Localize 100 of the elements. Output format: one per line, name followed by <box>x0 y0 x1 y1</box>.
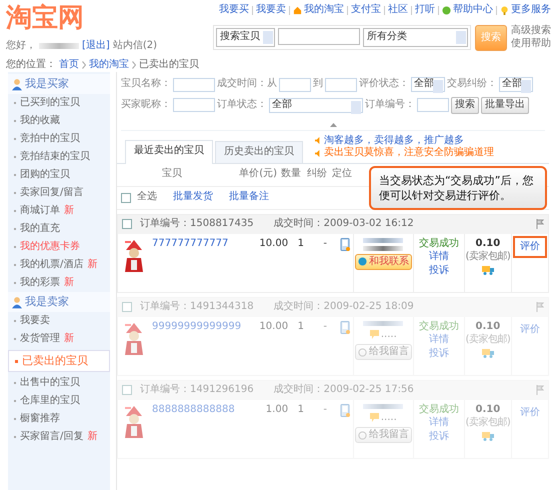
bulk-action-link[interactable]: 批量发货 <box>173 191 213 204</box>
top-nav-link[interactable]: 我要卖 <box>256 4 286 16</box>
breadcrumb-link[interactable]: 我的淘宝 <box>89 58 129 71</box>
details-link[interactable]: 详情 <box>429 251 450 264</box>
item-title-link[interactable]: 777777777777 <box>152 238 228 250</box>
column-header: 单价(元) <box>238 168 277 181</box>
filter-label: 订单编号： <box>365 99 415 112</box>
new-label: 新 <box>64 204 74 218</box>
filter-label: 成交时间：从 <box>217 78 277 91</box>
collapse-icon[interactable] <box>330 122 336 126</box>
filter-label: 宝贝名称： <box>121 78 171 91</box>
top-nav-link[interactable]: 我要买 <box>219 4 249 16</box>
messages-link[interactable]: 站内信(2) <box>112 40 157 52</box>
buyer-field[interactable] <box>173 98 215 112</box>
search-field[interactable] <box>278 28 360 45</box>
tab[interactable]: 最近卖出的宝贝 <box>125 140 213 164</box>
order-status-select[interactable]: 全部 <box>269 98 363 113</box>
unit-price: 1.00 <box>264 402 288 416</box>
sidebar-label: 买家留言/回复 <box>20 430 84 444</box>
deal-time: 成交时间：2009-02-25 18:09 <box>274 300 414 314</box>
item-name-field[interactable] <box>173 78 215 92</box>
rating-select[interactable]: 全部 <box>411 77 445 92</box>
date-from-field[interactable] <box>279 78 311 92</box>
top-nav-link[interactable]: 更多服务 <box>511 4 551 16</box>
phone-icon[interactable] <box>340 238 350 250</box>
flag-icon[interactable] <box>536 385 544 395</box>
new-label: 新 <box>87 258 98 272</box>
sidebar-item[interactable]: 买家留言/回复 新 <box>8 428 110 446</box>
house-icon <box>293 6 302 15</box>
logout-link[interactable]: [退出] <box>82 40 110 52</box>
notice-link[interactable]: 淘客越多，卖得越多，推广越多 <box>324 134 464 147</box>
truck-icon <box>482 348 494 358</box>
contact-me-button[interactable]: 和我联系 <box>354 254 412 270</box>
order-number: 订单编号：1491344318 <box>140 300 254 314</box>
rate-link[interactable]: 评价 <box>512 236 547 258</box>
checkbox[interactable] <box>122 385 132 395</box>
filter-label: 订单状态： <box>217 99 267 112</box>
flag-icon[interactable] <box>536 219 544 229</box>
sidebar-item[interactable]: 已买到的宝贝 <box>8 94 110 112</box>
message-note: ..... <box>380 328 397 341</box>
tab[interactable]: 历史卖出的宝贝 <box>215 141 303 162</box>
select-all-label: 全选 <box>137 191 157 204</box>
sidebar-item[interactable]: 我的机票/酒店 新 <box>8 256 110 274</box>
breadcrumb-link[interactable]: 首页 <box>59 58 79 71</box>
speech-bubble-icon <box>370 330 379 340</box>
column-header: 纠纷 <box>306 168 328 181</box>
filter-label: 到 <box>313 78 323 91</box>
sidebar-label: 出售中的宝贝 <box>20 376 80 390</box>
sidebar-item[interactable]: 出售中的宝贝 <box>8 374 110 392</box>
top-nav-link[interactable]: 我的淘宝 <box>304 4 344 16</box>
checkbox[interactable] <box>121 192 131 202</box>
blurred-buyer-name <box>363 320 404 326</box>
sidebar-item[interactable]: 团购的宝贝 <box>8 166 110 184</box>
top-nav-link[interactable]: 打听 <box>415 4 435 16</box>
flag-icon[interactable] <box>536 302 544 312</box>
phone-icon[interactable] <box>340 404 350 416</box>
sidebar-item[interactable]: 我的优惠卡券 <box>8 238 110 256</box>
export-button[interactable]: 批量导出 <box>481 97 529 114</box>
top-nav-link[interactable]: 社区 <box>388 4 408 16</box>
sidebar-label: 我的机票/酒店 <box>20 258 84 272</box>
date-to-field[interactable] <box>325 78 357 92</box>
dispute-select[interactable]: 全部 <box>499 77 533 92</box>
sidebar-item[interactable]: 卖家回复/留言 <box>8 184 110 202</box>
dispute-value: - <box>322 402 328 416</box>
circle-icon <box>358 348 367 356</box>
category-select[interactable]: 所有分类 <box>363 28 468 47</box>
sidebar-label: 发货管理 <box>20 332 60 346</box>
filter-label: 交易纠纷： <box>447 78 497 91</box>
sidebar-item[interactable]: 发货管理 新 <box>8 330 110 348</box>
checkbox[interactable] <box>122 302 132 312</box>
blurred-buyer-name <box>363 246 404 250</box>
sidebar-label: 我的彩票 <box>20 276 60 290</box>
complaint-link[interactable]: 投诉 <box>429 264 450 277</box>
top-nav-link[interactable]: 帮助中心 <box>453 4 493 16</box>
notice-link[interactable]: 卖出宝贝莫惊喜，注意安全防骗骗道理 <box>324 147 494 160</box>
sidebar-item[interactable]: 我要卖 <box>8 312 110 330</box>
shipping-fee: 0.10 <box>476 404 500 416</box>
sidebar-item[interactable]: 竞拍中的宝贝 <box>8 130 110 148</box>
phone-icon[interactable] <box>340 320 350 334</box>
sidebar-item[interactable]: 商城订单 新 <box>8 202 110 220</box>
sidebar-item[interactable]: 我的收藏 <box>8 112 110 130</box>
order-number-field[interactable] <box>417 98 449 112</box>
sidebar-item[interactable]: 我的直充 <box>8 220 110 238</box>
bullet-icon <box>15 360 18 362</box>
sidebar-item[interactable]: 我的彩票 新 <box>8 274 110 292</box>
blurred-buyer-name <box>363 238 404 242</box>
sidebar-label: 竞拍中的宝贝 <box>20 132 80 146</box>
sidebar-item[interactable]: 橱窗推荐 <box>8 410 110 428</box>
help-link[interactable]: 使用帮助 <box>511 38 551 50</box>
advanced-search-link[interactable]: 高级搜索 <box>511 25 551 38</box>
checkbox[interactable] <box>122 219 132 229</box>
filter-search-button[interactable]: 搜索 <box>451 97 479 114</box>
sidebar-item[interactable]: 竞拍结束的宝贝 <box>8 148 110 166</box>
search-scope-select[interactable]: 搜索宝贝 <box>216 28 275 47</box>
top-nav-link[interactable]: 支付宝 <box>351 4 381 16</box>
sidebar-item[interactable]: 已卖出的宝贝 <box>8 350 110 372</box>
sidebar-item[interactable]: 仓库里的宝贝 <box>8 392 110 410</box>
order-number: 订单编号：1508817435 <box>140 218 254 230</box>
bulk-action-link[interactable]: 批量备注 <box>229 191 269 204</box>
sidebar-label: 橱窗推荐 <box>20 412 60 426</box>
